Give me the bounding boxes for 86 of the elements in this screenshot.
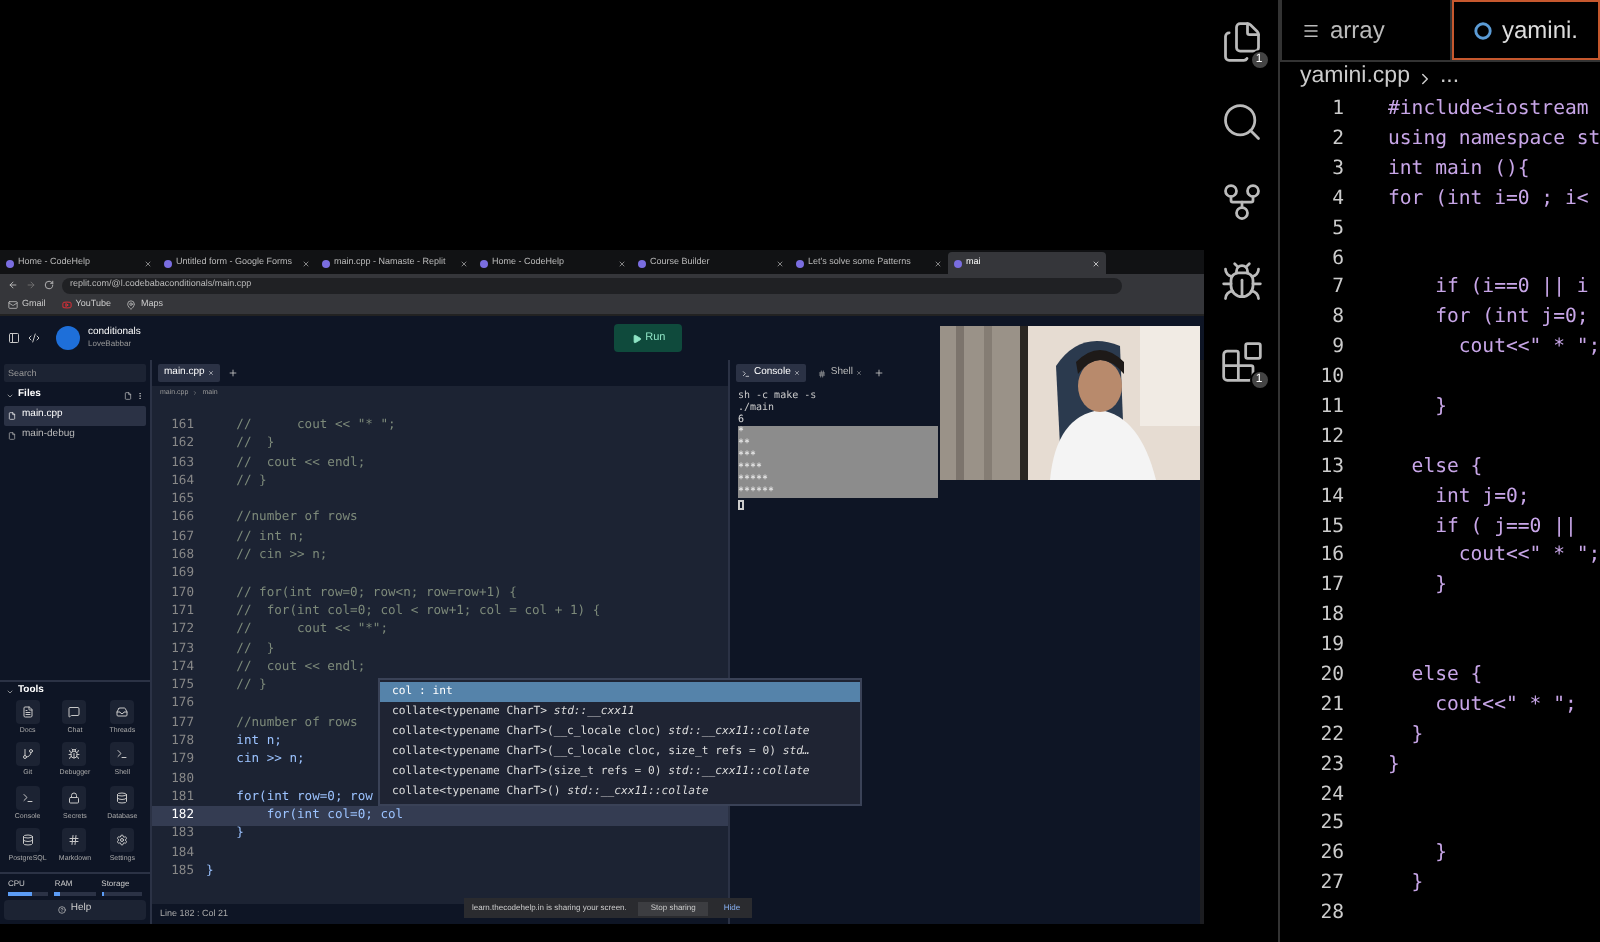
menu-icon [1302, 21, 1320, 39]
bookmark-icon [126, 300, 137, 310]
bookmark-icon [8, 300, 18, 310]
code-text: using namespace st [1386, 125, 1600, 154]
code-text: } [1433, 840, 1447, 869]
new-file-icon[interactable] [124, 392, 132, 400]
bug-icon [68, 748, 81, 761]
lock-icon [68, 791, 81, 803]
code-text: cout<<" * "; [1456, 542, 1600, 571]
help-icon [58, 906, 67, 914]
code-text: for (int j=0; [1433, 304, 1589, 333]
reload-icon[interactable] [44, 280, 54, 290]
line-number: 1 [1330, 96, 1344, 125]
line-number: 14 [1318, 483, 1344, 512]
line-number: 23 [1318, 751, 1344, 780]
files-icon[interactable] [1219, 20, 1263, 64]
gear-icon [116, 833, 129, 846]
line-number: 19 [1318, 632, 1344, 661]
line-number: 3 [1330, 155, 1344, 184]
line-number: 4 [1330, 185, 1344, 214]
code-text: int j=0; [1433, 483, 1530, 512]
database-icon [116, 791, 129, 803]
code-text: else { [1409, 453, 1483, 482]
add-tab-icon[interactable] [874, 368, 885, 378]
sidebar-toggle-icon[interactable] [8, 332, 20, 344]
branch-icon[interactable] [1219, 180, 1263, 224]
line-number: 22 [1318, 721, 1344, 750]
line-number: 24 [1318, 781, 1344, 810]
line-number: 16 [1318, 542, 1344, 571]
line-number: 8 [1330, 304, 1344, 333]
database-icon [21, 833, 34, 846]
terminal-icon [742, 369, 750, 377]
code-text: } [1409, 870, 1424, 899]
line-number: 27 [1318, 870, 1344, 899]
line-number: 13 [1318, 453, 1344, 482]
add-tab-icon[interactable] [228, 368, 239, 378]
breadcrumb-item[interactable]: ... [1439, 60, 1460, 96]
terminal-icon [21, 791, 34, 803]
chat-icon [68, 706, 81, 718]
code-text: #include<iostream [1386, 96, 1589, 125]
line-number: 18 [1318, 602, 1344, 631]
code-text: int main (){ [1386, 155, 1530, 184]
line-number: 12 [1318, 423, 1344, 452]
inbox-icon [116, 706, 129, 718]
console-cursor [738, 500, 744, 510]
line-number: 21 [1318, 691, 1344, 720]
repl-logo [56, 326, 80, 350]
line-number: 11 [1318, 394, 1344, 422]
editor-tab[interactable]: array [1280, 0, 1452, 60]
line-number: 10 [1318, 364, 1344, 393]
code-text: cout<<" * "; [1433, 691, 1577, 720]
branch-icon [21, 748, 34, 761]
file-icon [8, 432, 16, 440]
code-text: for (int i=0 ; i< [1386, 185, 1589, 214]
code-text: } [1433, 572, 1447, 601]
code-text: cout<<" * "; [1456, 334, 1600, 363]
blocks-icon[interactable] [1219, 340, 1263, 384]
line-number: 28 [1318, 900, 1344, 929]
code-text: } [1409, 721, 1424, 750]
hash-icon [818, 369, 827, 377]
line-number: 26 [1318, 840, 1344, 869]
bookmark-icon [61, 300, 72, 310]
line-number: 7 [1330, 274, 1344, 303]
bug-icon[interactable] [1219, 260, 1263, 304]
line-number: 6 [1330, 245, 1344, 274]
line-number: 2 [1330, 125, 1344, 154]
docs-icon [21, 706, 34, 718]
play-icon [631, 333, 642, 343]
code-text: if ( j==0 || [1433, 513, 1577, 542]
code-text: } [1386, 751, 1400, 780]
code-text: } [1433, 394, 1447, 422]
code-text: if (i==0 || i [1433, 274, 1589, 303]
code-icon[interactable] [28, 332, 40, 344]
line-number: 5 [1330, 215, 1344, 244]
line-number: 25 [1318, 810, 1344, 839]
line-number: 9 [1330, 334, 1344, 363]
line-number: 17 [1318, 572, 1344, 601]
line-number: 15 [1318, 513, 1344, 542]
code-text: else { [1409, 662, 1483, 691]
hash-icon [68, 833, 81, 846]
search-icon[interactable] [1219, 100, 1263, 144]
line-number: 20 [1318, 662, 1344, 691]
editor-tab[interactable]: yamini. [1451, 0, 1600, 60]
file-icon [8, 412, 16, 420]
breadcrumb-item[interactable]: yamini.cpp [1300, 60, 1410, 96]
back-icon[interactable] [8, 280, 18, 290]
